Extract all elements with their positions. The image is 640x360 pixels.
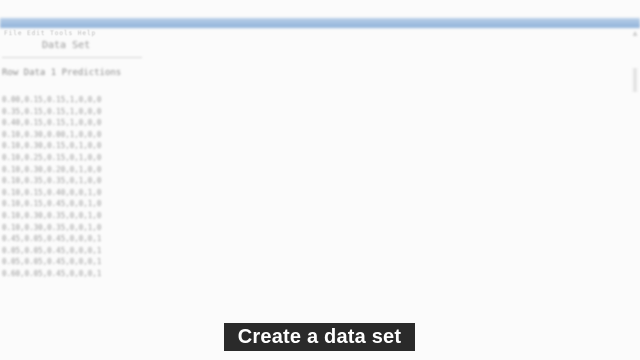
data-row: 0.10,0.15,0.45,0,0,1,0 xyxy=(2,199,102,209)
column-header: Row Data 1 Predictions xyxy=(2,68,122,78)
data-row: 0.10,0.30,0.00,1,0,0,0 xyxy=(2,129,102,139)
document-title: Data Set xyxy=(42,40,91,51)
data-row: 0.10,0.35,0.35,0,1,0,0 xyxy=(2,176,102,186)
scroll-up-arrow-icon[interactable]: ▲ xyxy=(632,30,638,38)
data-row: 0.10,0.25,0.15,0,1,0,0 xyxy=(2,152,102,162)
data-row: 0.35,0.15,0.15,1,0,0,0 xyxy=(2,106,102,116)
data-row: 0.05,0.05,0.45,0,0,0,1 xyxy=(2,257,102,267)
data-row: 0.10,0.15,0.40,0,0,1,0 xyxy=(2,187,102,197)
data-row: 0.40,0.15,0.15,1,0,0,0 xyxy=(2,118,102,128)
data-row: 0.10,0.30,0.35,0,0,1,0 xyxy=(2,210,102,220)
window-titlebar[interactable] xyxy=(0,18,640,28)
document-content: Data Set Row Data 1 Predictions 0.00,0.1… xyxy=(2,36,152,280)
app-window: File Edit Tools Help Data Set Row Data 1… xyxy=(0,0,640,360)
data-rows: 0.00,0.15,0.15,1,0,0,0 0.35,0.15,0.15,1,… xyxy=(2,94,152,280)
data-row: 0.45,0.05,0.45,0,0,0,1 xyxy=(2,234,102,244)
data-row: 0.10,0.30,0.15,0,1,0,0 xyxy=(2,141,102,151)
data-row: 0.10,0.30,0.35,0,0,1,0 xyxy=(2,222,102,232)
divider xyxy=(2,57,142,58)
data-row: 0.00,0.15,0.15,1,0,0,0 xyxy=(2,95,102,104)
scroll-thumb[interactable] xyxy=(633,68,637,92)
data-row: 0.60,0.05,0.45,0,0,0,1 xyxy=(2,268,102,278)
video-caption: Create a data set xyxy=(224,323,415,351)
vertical-scrollbar[interactable]: ▲ xyxy=(632,30,638,330)
data-row: 0.05,0.05,0.45,0,0,0,1 xyxy=(2,245,102,255)
data-row: 0.10,0.30,0.20,0,1,0,0 xyxy=(2,164,102,174)
